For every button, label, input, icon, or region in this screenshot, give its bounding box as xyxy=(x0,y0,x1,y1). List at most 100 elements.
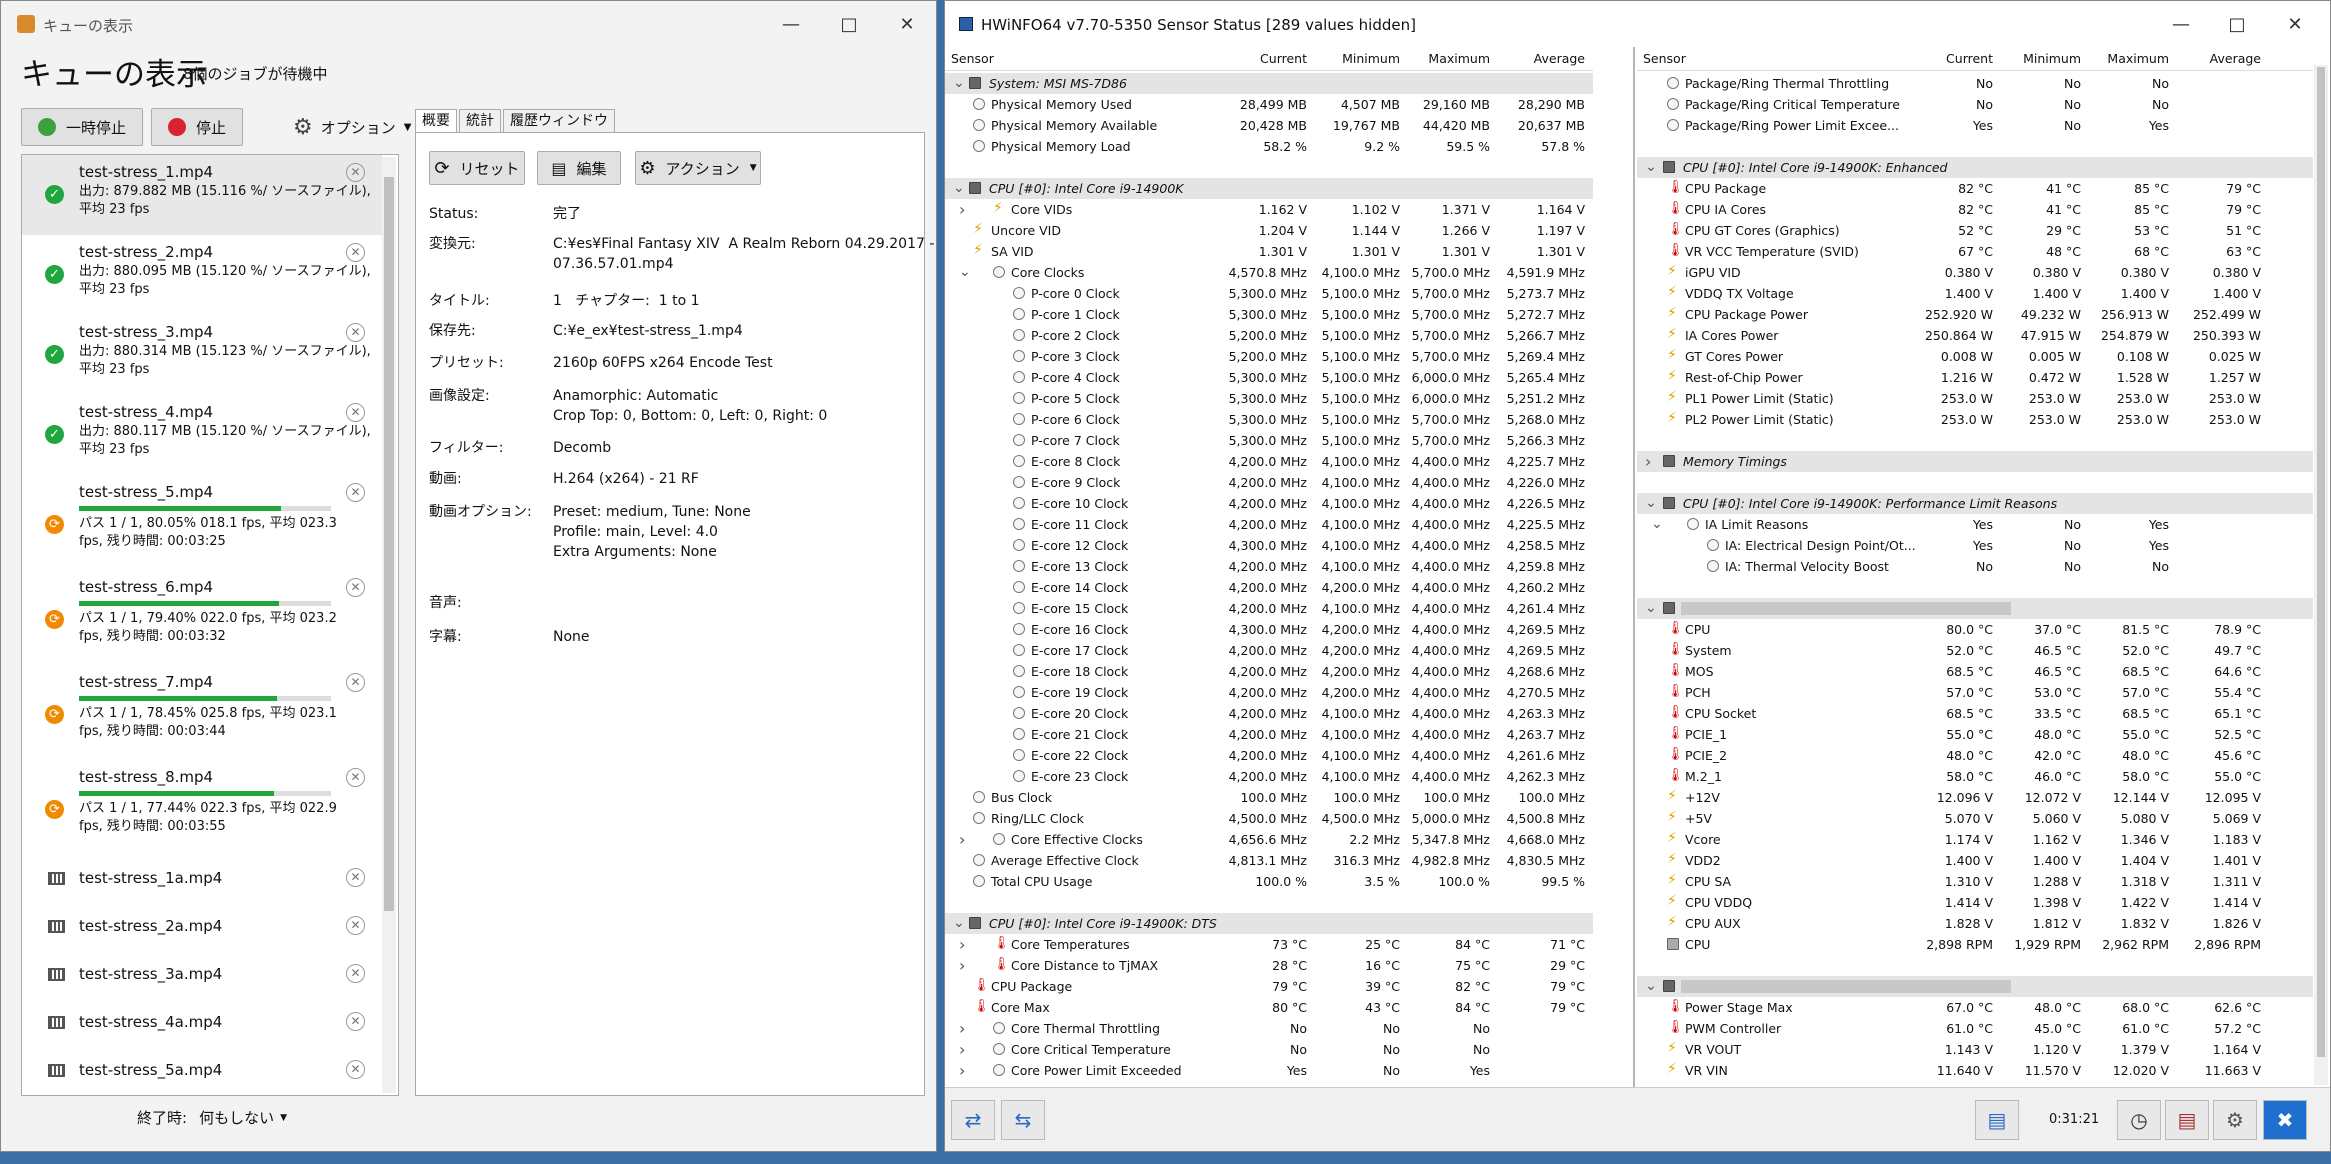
sensor-row[interactable]: 🌡 CPU Package 82 °C 41 °C 85 °C 79 °C xyxy=(1637,178,2313,199)
sensor-row[interactable]: ⚡ VDD2 1.400 V 1.400 V 1.404 V 1.401 V xyxy=(1637,850,2313,871)
sensor-row[interactable]: ⚡ iGPU VID 0.380 V 0.380 V 0.380 V 0.380 V xyxy=(1637,262,2313,283)
column-header-minimum[interactable]: Minimum xyxy=(1342,51,1400,66)
list-item[interactable]: test-stress_7.mp4 ✕ ⟳ パス 1 / 1, 78.45% 025.… xyxy=(22,665,382,760)
sensor-row[interactable]: E-core 17 Clock 4,200.0 MHz 4,200.0 MHz 4,4… xyxy=(945,640,1593,661)
chevron-down-icon[interactable]: ⌄ xyxy=(953,178,965,199)
remove-job-icon[interactable]: ✕ xyxy=(346,403,365,422)
sensor-row[interactable]: P-core 4 Clock 5,300.0 MHz 5,100.0 MHz 6,00… xyxy=(945,367,1593,388)
sensor-row[interactable]: › ⚡ Core VIDs 1.162 V 1.102 V 1.371 V 1.164 V xyxy=(945,199,1593,220)
sensor-row[interactable]: 🌡 CPU IA Cores 82 °C 41 °C 85 °C 79 °C xyxy=(1637,199,2313,220)
when-done-select[interactable]: 何もしない ▼ xyxy=(199,1107,287,1128)
sensor-row[interactable]: › Core Power Limit Exceeded Yes No Yes xyxy=(945,1060,1593,1081)
sensor-row[interactable]: E-core 19 Clock 4,200.0 MHz 4,200.0 MHz 4,4… xyxy=(945,682,1593,703)
list-item[interactable]: test-stress_5a.mp4 ✕ xyxy=(22,1047,382,1095)
sensor-row[interactable]: ⚡ PL2 Power Limit (Static) 253.0 W 253.0 W 2… xyxy=(1637,409,2313,430)
close-button[interactable]: ✕ xyxy=(877,1,936,47)
reset-stats-icon[interactable]: ▤ xyxy=(2165,1100,2209,1140)
sensor-row[interactable]: E-core 14 Clock 4,200.0 MHz 4,200.0 MHz 4,4… xyxy=(945,577,1593,598)
chevron-down-icon[interactable]: ⌄ xyxy=(1645,493,1657,514)
sensor-row[interactable]: 🌡 M.2_1 58.0 °C 46.0 °C 58.0 °C 55.0 °C xyxy=(1637,766,2313,787)
sensor-row[interactable]: 🌡 PCH 57.0 °C 53.0 °C 57.0 °C 55.4 °C xyxy=(1637,682,2313,703)
list-item[interactable]: test-stress_2.mp4 ✕ ✓ 出力: 880.095 MB (15.12… xyxy=(22,235,382,315)
chevron-down-icon[interactable]: ⌄ xyxy=(953,73,965,94)
column-header-average[interactable]: Average xyxy=(2210,51,2261,66)
sensor-row[interactable]: ⚡ +5V 5.070 V 5.060 V 5.080 V 5.069 V xyxy=(1637,808,2313,829)
sensor-row[interactable]: Physical Memory Load 58.2 % 9.2 % 59.5 % 57.… xyxy=(945,136,1593,157)
chevron-down-icon[interactable]: ⌄ xyxy=(1645,976,1657,997)
sensor-row[interactable]: ⚡ Rest-of-Chip Power 1.216 W 0.472 W 1.528 W… xyxy=(1637,367,2313,388)
sensor-row[interactable]: P-core 3 Clock 5,200.0 MHz 5,100.0 MHz 5,70… xyxy=(945,346,1593,367)
sensor-row[interactable]: Average Effective Clock 4,813.1 MHz 316.3 … xyxy=(945,850,1593,871)
sensor-group[interactable]: ⌄ CPU [#0]: Intel Core i9-14900K: Perform… xyxy=(1637,493,2313,514)
job-list-scrollbar[interactable] xyxy=(382,157,396,1093)
sensor-row[interactable]: ⌄ IA Limit Reasons Yes No Yes xyxy=(1637,514,2313,535)
remove-job-icon[interactable]: ✕ xyxy=(346,964,365,983)
sensor-row[interactable]: E-core 8 Clock 4,200.0 MHz 4,100.0 MHz 4,40… xyxy=(945,451,1593,472)
sensor-row[interactable]: Physical Memory Used 28,499 MB 4,507 MB 29,… xyxy=(945,94,1593,115)
maximize-button[interactable]: □ xyxy=(819,1,879,47)
remove-job-icon[interactable]: ✕ xyxy=(346,243,365,262)
tab-stats[interactable]: 統計 xyxy=(459,109,501,134)
sensor-row[interactable]: 🌡 CPU 80.0 °C 37.0 °C 81.5 °C 78.9 °C xyxy=(1637,619,2313,640)
remove-job-icon[interactable]: ✕ xyxy=(346,1060,365,1079)
sensor-row[interactable]: CPU 2,898 RPM 1,929 RPM 2,962 RPM 2,896 RPM xyxy=(1637,934,2313,955)
remove-job-icon[interactable]: ✕ xyxy=(346,673,365,692)
column-header-current[interactable]: Current xyxy=(1260,51,1307,66)
sensor-row[interactable]: ⚡ GT Cores Power 0.008 W 0.005 W 0.108 W 0.02… xyxy=(1637,346,2313,367)
chevron-right-icon[interactable]: › xyxy=(959,199,965,220)
sensor-row[interactable]: › 🌡 Core Temperatures 73 °C 25 °C 84 °C 71 °C xyxy=(945,934,1593,955)
pause-button[interactable]: 一時停止 xyxy=(21,108,143,146)
sensor-row[interactable]: Bus Clock 100.0 MHz 100.0 MHz 100.0 MHz 100.… xyxy=(945,787,1593,808)
sensor-row[interactable]: ⚡ VR VIN 11.640 V 11.570 V 12.020 V 11.663 V xyxy=(1637,1060,2313,1081)
chevron-right-icon[interactable]: › xyxy=(1645,451,1651,472)
remove-job-icon[interactable]: ✕ xyxy=(346,768,365,787)
remove-job-icon[interactable]: ✕ xyxy=(346,163,365,182)
chevron-right-icon[interactable]: › xyxy=(959,1060,965,1081)
sensor-row[interactable]: E-core 12 Clock 4,300.0 MHz 4,100.0 MHz 4,4… xyxy=(945,535,1593,556)
sensor-row[interactable]: 🌡 PCIE_2 48.0 °C 42.0 °C 48.0 °C 45.6 °C xyxy=(1637,745,2313,766)
settings-icon[interactable]: ⚙ xyxy=(2213,1100,2257,1140)
sensor-row[interactable]: 🌡 CPU Socket 68.5 °C 33.5 °C 68.5 °C 65.1 °C xyxy=(1637,703,2313,724)
navigate-left-icon[interactable]: ⇄ xyxy=(951,1100,995,1140)
navigate-right-icon[interactable]: ⇆ xyxy=(1001,1100,1045,1140)
sensor-row[interactable]: › Core Effective Clocks 4,656.6 MHz 2.2 MHz… xyxy=(945,829,1593,850)
sensor-row[interactable]: P-core 1 Clock 5,300.0 MHz 5,100.0 MHz 5,70… xyxy=(945,304,1593,325)
list-item[interactable]: test-stress_5.mp4 ✕ ⟳ パス 1 / 1, 80.05% 018.… xyxy=(22,475,382,570)
sensor-row[interactable]: E-core 22 Clock 4,200.0 MHz 4,100.0 MHz 4,4… xyxy=(945,745,1593,766)
column-header-current[interactable]: Current xyxy=(1946,51,1993,66)
sensor-row[interactable]: P-core 6 Clock 5,300.0 MHz 5,100.0 MHz 5,70… xyxy=(945,409,1593,430)
list-item[interactable]: test-stress_6.mp4 ✕ ⟳ パス 1 / 1, 79.40% 022.… xyxy=(22,570,382,665)
sensor-row[interactable]: ⚡ CPU AUX 1.828 V 1.812 V 1.832 V 1.826 V xyxy=(1637,913,2313,934)
sensor-row[interactable]: E-core 16 Clock 4,300.0 MHz 4,200.0 MHz 4,4… xyxy=(945,619,1593,640)
remove-job-icon[interactable]: ✕ xyxy=(346,916,365,935)
column-header-maximum[interactable]: Maximum xyxy=(2107,51,2169,66)
sensor-group[interactable]: ⌄ System: MSI MS-7D86 xyxy=(945,73,1593,94)
sensor-row[interactable]: 🌡 VR VCC Temperature (SVID) 67 °C 48 °C 68 °… xyxy=(1637,241,2313,262)
chevron-right-icon[interactable]: › xyxy=(959,1018,965,1039)
tab-summary[interactable]: 概要 xyxy=(415,109,457,134)
stop-button[interactable]: 停止 xyxy=(151,108,243,146)
sensor-row[interactable]: P-core 0 Clock 5,300.0 MHz 5,100.0 MHz 5,70… xyxy=(945,283,1593,304)
close-sensors-icon[interactable]: ✖ xyxy=(2263,1100,2307,1140)
sensor-row[interactable]: 🌡 PCIE_1 55.0 °C 48.0 °C 55.0 °C 52.5 °C xyxy=(1637,724,2313,745)
chevron-right-icon[interactable]: › xyxy=(959,829,965,850)
column-header-sensor[interactable]: Sensor xyxy=(951,51,994,66)
remove-job-icon[interactable]: ✕ xyxy=(346,868,365,887)
action-button[interactable]: ⚙ アクション ▼ xyxy=(635,151,761,185)
sensor-row[interactable]: E-core 15 Clock 4,200.0 MHz 4,100.0 MHz 4,4… xyxy=(945,598,1593,619)
sensor-group[interactable]: ⌄ CPU [#0]: Intel Core i9-14900K: DTS xyxy=(945,913,1593,934)
sensor-row[interactable]: P-core 5 Clock 5,300.0 MHz 5,100.0 MHz 6,00… xyxy=(945,388,1593,409)
sensor-row[interactable]: Package/Ring Thermal Throttling No No No xyxy=(1637,73,2313,94)
list-item[interactable]: test-stress_8.mp4 ✕ ⟳ パス 1 / 1, 77.44% 022.… xyxy=(22,760,382,855)
chevron-right-icon[interactable]: › xyxy=(959,934,965,955)
sensor-row[interactable]: 🌡 CPU GT Cores (Graphics) 52 °C 29 °C 53 °C 5… xyxy=(1637,220,2313,241)
sensor-group[interactable]: ⌄ CPU [#0]: Intel Core i9-14900K: Enhance… xyxy=(1637,157,2313,178)
sensor-row[interactable]: Ring/LLC Clock 4,500.0 MHz 4,500.0 MHz 5,00… xyxy=(945,808,1593,829)
sensor-row[interactable]: ⚡ Uncore VID 1.204 V 1.144 V 1.266 V 1.197 V xyxy=(945,220,1593,241)
list-item[interactable]: test-stress_3a.mp4 ✕ xyxy=(22,951,382,999)
sensor-row[interactable]: ⚡ Vcore 1.174 V 1.162 V 1.346 V 1.183 V xyxy=(1637,829,2313,850)
chevron-right-icon[interactable]: › xyxy=(959,1039,965,1060)
sensor-row[interactable]: P-core 7 Clock 5,300.0 MHz 5,100.0 MHz 5,70… xyxy=(945,430,1593,451)
sensor-row[interactable]: ⚡ CPU Package Power 252.920 W 49.232 W 256.9… xyxy=(1637,304,2313,325)
sensor-row[interactable]: 🌡 Core Max 80 °C 43 °C 84 °C 79 °C xyxy=(945,997,1593,1018)
